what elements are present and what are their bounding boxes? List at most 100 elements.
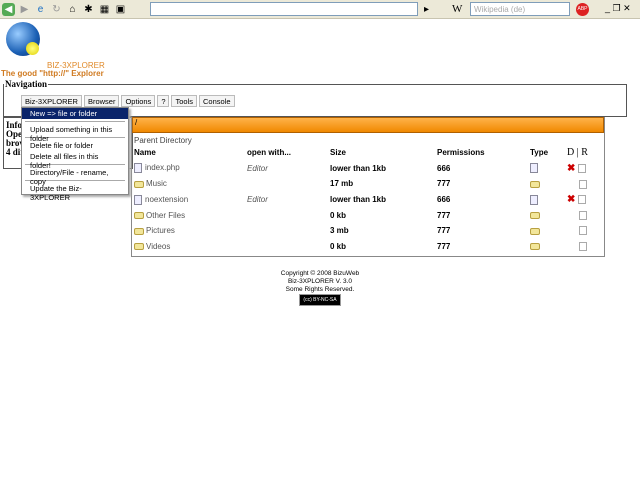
file-icon (530, 194, 538, 205)
table-row[interactable]: Videos 0 kb 777 (132, 239, 604, 255)
menu-browser[interactable]: Browser (83, 95, 120, 107)
file-size: 0 kb (330, 210, 347, 220)
rename-icon[interactable] (577, 164, 586, 174)
file-type (528, 192, 565, 208)
window-controls[interactable]: _ ❐ ✕ (605, 3, 631, 14)
file-name[interactable]: noextension (132, 192, 245, 208)
actions (565, 176, 604, 192)
go-icon[interactable]: ▸ (420, 3, 433, 16)
menu-console[interactable]: Console (199, 95, 235, 107)
file-size: 0 kb (330, 241, 347, 251)
tool-icon[interactable]: ▦ (98, 3, 111, 16)
address-bar[interactable] (150, 2, 418, 16)
file-name[interactable]: index.php (132, 161, 245, 177)
file-size: lower than 1kb (330, 195, 387, 205)
file-table: Name open with... Size Permissions Type … (132, 145, 604, 254)
folder-icon (134, 212, 144, 220)
open-with[interactable] (245, 176, 328, 192)
file-icon (134, 194, 142, 205)
table-row[interactable]: Other Files 0 kb 777 (132, 207, 604, 223)
file-permissions: 777 (437, 210, 451, 220)
actions (565, 223, 604, 239)
open-with[interactable] (245, 223, 328, 239)
file-permissions: 777 (437, 241, 451, 251)
file-size: 3 mb (330, 226, 349, 236)
bookmark-icon[interactable]: ▣ (114, 3, 127, 16)
menu-help[interactable]: ? (157, 95, 170, 107)
actions: ✖ (565, 161, 604, 177)
table-row[interactable]: Music 17 mb 777 (132, 176, 604, 192)
navigation-legend: Navigation (5, 79, 48, 89)
file-icon (530, 163, 538, 174)
menu-item-delete-all[interactable]: Delete all files in this folder! (22, 151, 128, 170)
rename-icon[interactable] (579, 179, 588, 189)
reload-icon[interactable]: ↻ (50, 3, 63, 16)
rename-icon[interactable] (579, 210, 588, 220)
menu-biz3xplorer[interactable]: Biz-3XPLORER (21, 95, 82, 107)
col-dr: D | R (567, 147, 588, 159)
table-row[interactable]: Pictures 3 mb 777 (132, 223, 604, 239)
rename-icon[interactable] (579, 242, 588, 252)
file-permissions: 666 (437, 163, 451, 173)
file-name-text[interactable]: noextension (145, 195, 188, 204)
file-name-text[interactable]: Other Files (146, 211, 185, 220)
rights: Some Rights Reserved. (285, 286, 355, 293)
home-icon[interactable]: ⌂ (66, 3, 79, 16)
file-name-text[interactable]: Videos (146, 242, 170, 251)
folder-icon (134, 243, 144, 251)
menu-tools[interactable]: Tools (171, 95, 197, 107)
file-name-text[interactable]: Pictures (146, 226, 175, 235)
delete-icon[interactable]: ✖ (567, 163, 575, 174)
rename-icon[interactable] (579, 226, 588, 236)
menu-item-update[interactable]: Update the Biz-3XPLORER (22, 183, 128, 202)
open-with[interactable]: Editor (245, 161, 328, 177)
ie-icon[interactable]: e (34, 3, 47, 16)
file-name[interactable]: Videos (132, 239, 245, 255)
file-type (528, 223, 565, 239)
file-name-text[interactable]: index.php (145, 164, 180, 173)
open-with[interactable] (245, 207, 328, 223)
table-row[interactable]: index.php Editor lower than 1kb 666 ✖ (132, 161, 604, 177)
menu-item-rename[interactable]: Directory/File - rename, copy (22, 167, 128, 186)
table-row[interactable]: noextension Editor lower than 1kb 666 ✖ (132, 192, 604, 208)
folder-icon (530, 243, 540, 251)
file-size: lower than 1kb (330, 163, 387, 173)
parent-directory-link[interactable]: Parent Directory (132, 133, 604, 145)
rename-icon[interactable] (577, 195, 586, 205)
file-name-text[interactable]: Music (146, 179, 167, 188)
file-name[interactable]: Other Files (132, 207, 245, 223)
adblock-icon[interactable]: ABP (576, 3, 589, 16)
extension-icon[interactable]: ✱ (82, 3, 95, 16)
menu-item-upload[interactable]: Upload something in this folder (22, 124, 128, 143)
cc-license-badge[interactable]: (cc) BY-NC-SA (299, 294, 341, 306)
file-size: 17 mb (330, 179, 354, 189)
col-size: Size (330, 148, 347, 158)
file-browser: / Parent Directory Name open with... Siz… (131, 117, 605, 257)
actions: ✖ (565, 192, 604, 208)
file-type (528, 161, 565, 177)
open-with[interactable] (245, 239, 328, 255)
delete-icon[interactable]: ✖ (567, 194, 575, 205)
file-permissions: 666 (437, 195, 451, 205)
forward-icon[interactable]: ▶ (18, 3, 31, 16)
file-type (528, 239, 565, 255)
open-with[interactable]: Editor (245, 192, 328, 208)
col-type: Type (530, 148, 549, 158)
menu-options[interactable]: Options (121, 95, 156, 107)
path-bar: / (132, 117, 604, 133)
back-icon[interactable]: ◀ (2, 2, 15, 16)
folder-icon (530, 180, 540, 188)
file-permissions: 777 (437, 226, 451, 236)
file-name[interactable]: Pictures (132, 223, 245, 239)
search-input[interactable]: Wikipedia (de) (470, 2, 570, 16)
menu-item-delete[interactable]: Delete file or folder (22, 140, 128, 151)
file-name[interactable]: Music (132, 176, 245, 192)
folder-icon (134, 227, 144, 235)
cc-badge-text: BY-NC-SA (313, 297, 337, 303)
folder-icon (134, 180, 144, 188)
logo (6, 22, 40, 56)
copyright: Copyright © 2008 BizuWeb (280, 270, 360, 277)
dropdown-menu: New => file or folder Upload something i… (21, 107, 129, 202)
search-engine-icon[interactable]: W (452, 3, 462, 15)
menu-item-new[interactable]: New => file or folder (22, 108, 128, 119)
